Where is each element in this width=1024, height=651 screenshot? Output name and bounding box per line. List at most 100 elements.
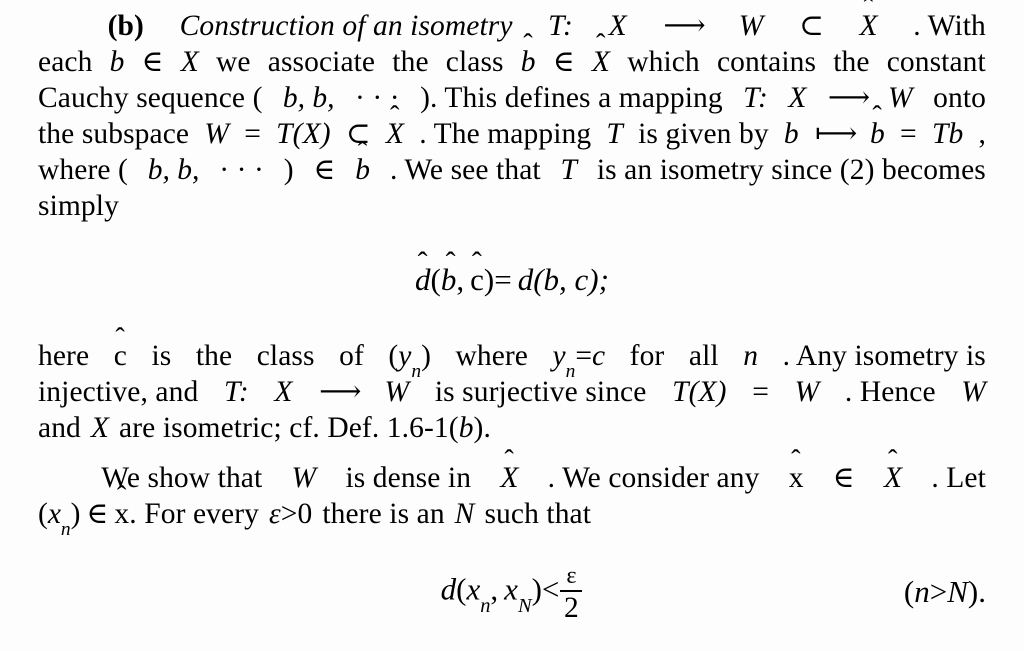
word-all: all xyxy=(688,340,719,372)
paragraph1-line-1: (b) Construction of an isometry T: X ⟶ W… xyxy=(38,8,986,44)
word-associate: associate xyxy=(267,46,376,78)
greater-than-symbol: > xyxy=(280,498,298,530)
paragraph2-line-2: injective, and T: X ⟶ W is surjective si… xyxy=(38,374,986,410)
comma: , xyxy=(490,571,499,607)
space-W: W xyxy=(384,376,410,408)
image-TX: T(X) xyxy=(276,118,331,150)
paragraph2-block: here c is the class of (yn) where yn=c f… xyxy=(38,338,986,541)
space-W: W xyxy=(738,10,764,42)
member-symbol: ∈ xyxy=(313,154,336,186)
map-symbol-T: T: xyxy=(223,376,249,408)
index-n: n xyxy=(914,574,930,610)
space-X-hat: X xyxy=(860,8,878,44)
word-here: here xyxy=(38,340,90,372)
there-is-an-text: there is an xyxy=(322,498,445,530)
index-N: N xyxy=(947,574,968,610)
space-X-hat: X xyxy=(500,460,518,496)
word-let: . Let xyxy=(931,462,986,494)
close-paren: ) xyxy=(283,154,294,186)
space-X: X xyxy=(274,376,293,408)
subscript-N: N xyxy=(517,595,532,618)
consider-any-text: . We consider any xyxy=(547,462,760,494)
word-we: we xyxy=(215,46,251,78)
isometry-since-text: is an isometry since (2) becomes xyxy=(596,154,986,186)
word-and: and xyxy=(38,412,81,444)
fraction-denominator: 2 xyxy=(564,591,579,624)
term-xN: x xyxy=(504,571,518,607)
index-n: n xyxy=(743,340,759,372)
display-equation-2: d(xn, xN)< ε 2 xyxy=(0,563,1024,624)
word-each: each xyxy=(38,46,93,78)
element-b-hat: b xyxy=(521,44,536,80)
open-paren: ( xyxy=(430,262,441,297)
paragraph1-line-6: simply xyxy=(38,188,986,224)
scanned-page: (b) Construction of an isometry T: X ⟶ W… xyxy=(0,0,1024,651)
space-X: X xyxy=(608,10,627,42)
element-x-hat: x xyxy=(789,460,804,496)
less-than-symbol: < xyxy=(541,571,560,607)
member-symbol: ∈ xyxy=(141,46,164,78)
word-the: the xyxy=(392,46,429,78)
word-constant: constant xyxy=(886,46,986,78)
close-paren: ) xyxy=(483,262,495,297)
such-that-text: such that xyxy=(484,498,592,530)
equals-symbol: = xyxy=(244,118,261,150)
paragraph1-line-2: each b ∈ X we associate the class b ∈ X … xyxy=(38,44,986,80)
word-class: class xyxy=(445,46,504,78)
defines-mapping-text: ). This defines a mapping xyxy=(420,82,723,114)
space-W: W xyxy=(961,376,986,408)
space-X-hat: X xyxy=(884,460,902,496)
word-of: of xyxy=(339,340,364,372)
element-c-hat: c xyxy=(114,338,127,374)
word-contains: contains xyxy=(716,46,817,78)
space-X: X xyxy=(180,46,199,78)
member-symbol: ∈ xyxy=(832,462,855,494)
zero-value: 0 xyxy=(297,498,313,530)
where-text: where ( xyxy=(38,154,128,186)
paragraph1-line-3: Cauchy sequence ( b, b, · · · ). This de… xyxy=(38,80,986,116)
space-W: W xyxy=(291,462,317,494)
word-which: which xyxy=(627,46,700,78)
subset-symbol: ⊂ xyxy=(799,10,824,42)
space-W: W xyxy=(204,118,229,150)
isometric-def-reference: are isometric; cf. Def. 1.6-1( xyxy=(119,412,459,444)
line1-tail: . With xyxy=(913,10,986,42)
image-TX: T(X) xyxy=(672,376,727,408)
map-symbol-T: T xyxy=(606,118,623,150)
word-onto: onto xyxy=(933,82,986,114)
open-paren: ( xyxy=(903,574,915,610)
given-by-text: is given by xyxy=(638,118,769,150)
space-X-hat: X xyxy=(386,116,404,152)
close-paren-period: ). xyxy=(967,574,986,610)
paragraph3-line-2: (xn) ∈ x . For every ε > 0 there is an N… xyxy=(38,496,986,541)
long-arrow-icon: ⟶ xyxy=(827,82,870,114)
equals-symbol: = xyxy=(900,118,917,150)
element-x-hat: x xyxy=(114,496,129,532)
term-xn: x xyxy=(466,571,481,607)
word-where: where xyxy=(455,340,529,372)
space-W: W xyxy=(794,376,820,408)
any-isometry-text: . Any isometry is xyxy=(782,340,986,372)
comma: , xyxy=(456,262,465,297)
space-W: W xyxy=(888,82,913,114)
equation-condition-tag: (n>N). xyxy=(904,574,986,610)
mapping-text: . The mapping xyxy=(419,118,592,150)
metric-d-hat: d xyxy=(415,262,431,298)
word-simply: simply xyxy=(38,190,119,222)
member-symbol: ∈ xyxy=(552,46,575,78)
cauchy-sequence-text: Cauchy sequence ( xyxy=(38,82,263,114)
page-text-block: (b) Construction of an isometry T: X ⟶ W… xyxy=(38,8,986,224)
word-for: for xyxy=(629,340,665,372)
word-the: the xyxy=(833,46,870,78)
term-yn-equals-c: yn=c xyxy=(552,340,606,383)
space-X: X xyxy=(90,412,110,444)
metric-d-of-b-c: d(b, c); xyxy=(517,262,609,297)
sequence-terms: b, b, xyxy=(282,82,335,114)
element-b: b xyxy=(783,118,799,150)
word-hence: . Hence xyxy=(844,376,936,408)
mapsto-arrow-icon: ⟼ xyxy=(814,118,857,150)
metric-d: d xyxy=(440,571,457,607)
greater-than-symbol: > xyxy=(929,574,948,610)
sequence-xn: (xn) xyxy=(38,498,81,541)
map-symbol-T: T: xyxy=(743,82,768,114)
